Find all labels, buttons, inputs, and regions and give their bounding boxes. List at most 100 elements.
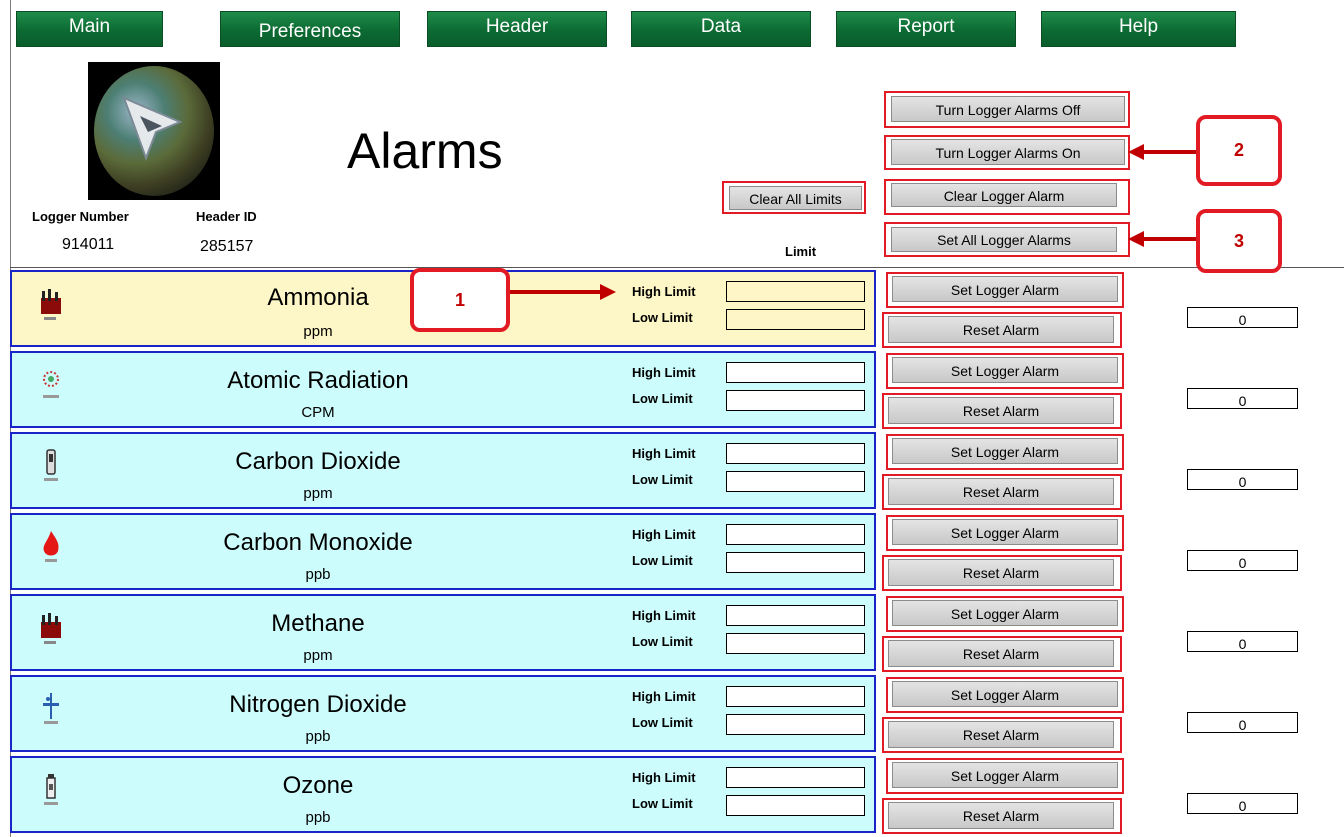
callout-1: 1: [410, 268, 510, 332]
clear-logger-alarm-button[interactable]: Clear Logger Alarm: [891, 183, 1117, 207]
alarm-count-field: 0: [1187, 469, 1298, 490]
page-title: Alarms: [347, 123, 503, 179]
high-limit-label: High Limit: [632, 608, 696, 623]
nav-tab-help[interactable]: Help: [1041, 11, 1236, 47]
gas-unit: CPM: [301, 404, 335, 421]
high-limit-label: High Limit: [632, 689, 696, 704]
alarm-count-field: 0: [1187, 550, 1298, 571]
set-logger-alarm-button[interactable]: Set Logger Alarm: [892, 600, 1118, 626]
set-logger-alarm-button[interactable]: Set Logger Alarm: [892, 276, 1118, 302]
factory-icon: [40, 286, 62, 324]
gas-unit: ppb: [305, 566, 331, 583]
alarm-count-field: 0: [1187, 793, 1298, 814]
low-limit-input[interactable]: [726, 795, 865, 816]
low-limit-label: Low Limit: [632, 796, 693, 811]
callout-2-arrow: [1142, 150, 1196, 154]
limit-column-label: Limit: [785, 244, 817, 259]
callout-3-arrowhead: [1128, 231, 1144, 247]
high-limit-label: High Limit: [632, 527, 696, 542]
gas-row-carbon-monoxide: Carbon Monoxide ppb High Limit Low Limit: [10, 513, 876, 590]
gas-unit: ppm: [303, 647, 333, 664]
high-limit-label: High Limit: [632, 446, 696, 461]
gas-name: Carbon Monoxide: [223, 529, 413, 556]
no2-icon: [40, 691, 62, 729]
high-limit-input[interactable]: [726, 443, 865, 464]
reset-alarm-button[interactable]: Reset Alarm: [888, 559, 1114, 586]
alarm-count-field: 0: [1187, 307, 1298, 328]
gas-name: Nitrogen Dioxide: [229, 691, 407, 718]
high-limit-input[interactable]: [726, 767, 865, 788]
gas-unit: ppb: [305, 728, 331, 745]
high-limit-label: High Limit: [632, 770, 696, 785]
low-limit-input[interactable]: [726, 552, 865, 573]
low-limit-input[interactable]: [726, 309, 865, 330]
clear-all-limits-button[interactable]: Clear All Limits: [729, 186, 862, 210]
gas-name: Ozone: [282, 772, 354, 799]
gas-name: Carbon Dioxide: [235, 448, 401, 475]
high-limit-input[interactable]: [726, 605, 865, 626]
reset-alarm-button[interactable]: Reset Alarm: [888, 316, 1114, 343]
low-limit-label: Low Limit: [632, 391, 693, 406]
turn-alarms-on-button[interactable]: Turn Logger Alarms On: [891, 139, 1125, 165]
gas-row-ozone: Ozone ppb High Limit Low Limit: [10, 756, 876, 833]
gas-row-nitrogen-dioxide: Nitrogen Dioxide ppb High Limit Low Limit: [10, 675, 876, 752]
nav-tab-main[interactable]: Main: [16, 11, 163, 47]
callout-1-arrow: [510, 290, 602, 294]
reset-alarm-button[interactable]: Reset Alarm: [888, 640, 1114, 667]
reset-alarm-button[interactable]: Reset Alarm: [888, 802, 1114, 829]
globe-logo: [88, 62, 220, 200]
alarm-count-field: 0: [1187, 631, 1298, 652]
alarm-count-field: 0: [1187, 388, 1298, 409]
set-logger-alarm-button[interactable]: Set Logger Alarm: [892, 762, 1118, 788]
low-limit-input[interactable]: [726, 390, 865, 411]
alarm-count-field: 0: [1187, 712, 1298, 733]
gas-unit: ppb: [305, 809, 331, 826]
callout-2: 2: [1196, 115, 1282, 186]
gas-row-methane: Methane ppm High Limit Low Limit: [10, 594, 876, 671]
logger-number-label: Logger Number: [32, 209, 129, 224]
callout-1-arrowhead: [600, 284, 616, 300]
nav-tab-header[interactable]: Header: [427, 11, 607, 47]
fire-icon: [40, 529, 62, 567]
radiation-icon: [40, 367, 62, 405]
set-logger-alarm-button[interactable]: Set Logger Alarm: [892, 438, 1118, 464]
low-limit-input[interactable]: [726, 714, 865, 735]
reset-alarm-button[interactable]: Reset Alarm: [888, 478, 1114, 505]
low-limit-label: Low Limit: [632, 715, 693, 730]
high-limit-label: High Limit: [632, 365, 696, 380]
high-limit-label: High Limit: [632, 284, 696, 299]
high-limit-input[interactable]: [726, 524, 865, 545]
arrow-logo-icon: [122, 96, 183, 161]
set-all-logger-alarms-button[interactable]: Set All Logger Alarms: [891, 227, 1117, 252]
nav-tab-preferences[interactable]: Preferences: [220, 11, 400, 47]
high-limit-input[interactable]: [726, 362, 865, 383]
ozone-icon: [40, 772, 62, 810]
low-limit-label: Low Limit: [632, 634, 693, 649]
nav-tab-data[interactable]: Data: [631, 11, 811, 47]
low-limit-label: Low Limit: [632, 553, 693, 568]
header-divider: [10, 267, 1344, 268]
co2-icon: [40, 448, 62, 486]
set-logger-alarm-button[interactable]: Set Logger Alarm: [892, 519, 1118, 545]
low-limit-label: Low Limit: [632, 310, 693, 325]
reset-alarm-button[interactable]: Reset Alarm: [888, 721, 1114, 748]
low-limit-label: Low Limit: [632, 472, 693, 487]
low-limit-input[interactable]: [726, 471, 865, 492]
turn-alarms-off-button[interactable]: Turn Logger Alarms Off: [891, 96, 1125, 122]
set-logger-alarm-button[interactable]: Set Logger Alarm: [892, 681, 1118, 707]
header-id-label: Header ID: [196, 209, 257, 224]
high-limit-input[interactable]: [726, 686, 865, 707]
logger-number-value: 914011: [62, 236, 115, 253]
gas-unit: ppm: [303, 485, 333, 502]
factory-icon: [40, 610, 62, 648]
callout-3-arrow: [1142, 237, 1196, 241]
high-limit-input[interactable]: [726, 281, 865, 302]
callout-3: 3: [1196, 209, 1282, 273]
callout-2-arrowhead: [1128, 144, 1144, 160]
gas-row-carbon-dioxide: Carbon Dioxide ppm High Limit Low Limit: [10, 432, 876, 509]
set-logger-alarm-button[interactable]: Set Logger Alarm: [892, 357, 1118, 383]
nav-tab-report[interactable]: Report: [836, 11, 1016, 47]
reset-alarm-button[interactable]: Reset Alarm: [888, 397, 1114, 424]
low-limit-input[interactable]: [726, 633, 865, 654]
header-id-value: 285157: [200, 238, 254, 255]
